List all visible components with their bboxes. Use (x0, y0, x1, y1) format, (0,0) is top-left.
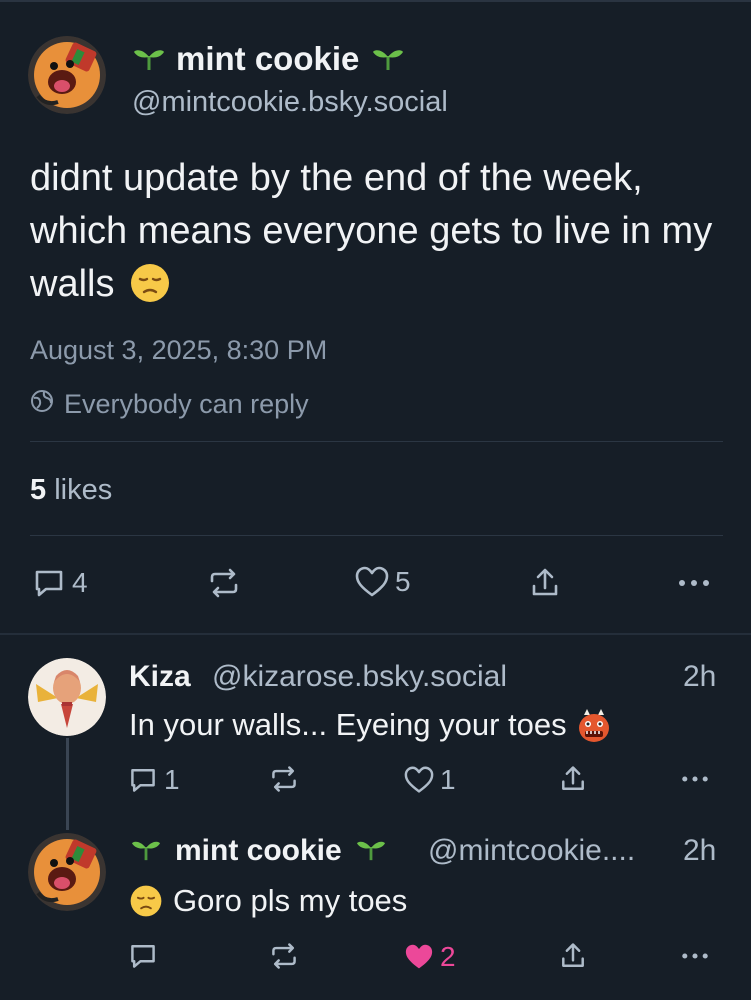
reply-setting-label: Everybody can reply (64, 389, 309, 419)
reply-author-handle[interactable]: @mintcookie.... (428, 834, 635, 868)
like-button[interactable]: 1 (404, 764, 456, 796)
pensive-face-icon (129, 884, 163, 918)
share-button[interactable] (558, 941, 588, 971)
reply-count: 4 (72, 567, 88, 598)
reply-text: Goro pls my toes (129, 883, 407, 919)
reply-text-body: In your walls... Eyeing your toes (129, 707, 567, 742)
likes-summary[interactable]: 5 likes (30, 474, 112, 507)
reply-author-avatar[interactable] (28, 658, 106, 736)
globe-icon (30, 389, 54, 420)
reply-author-handle[interactable]: @kizarose.bsky.social (212, 660, 507, 694)
like-count: 5 (395, 566, 411, 597)
like-count: 2 (440, 941, 456, 972)
reply-count: 1 (164, 764, 180, 795)
divider (30, 535, 723, 536)
reply-button[interactable] (128, 941, 158, 971)
likes-label: likes (54, 474, 113, 506)
reply-author-name[interactable]: mint cookie (129, 834, 388, 870)
more-options-button[interactable] (678, 941, 712, 971)
ogre-face-icon (577, 707, 611, 743)
reply-button[interactable]: 1 (128, 764, 180, 796)
sprout-icon (371, 42, 405, 80)
top-border (0, 0, 751, 2)
reply-setting[interactable]: Everybody can reply (30, 389, 309, 420)
repost-button[interactable] (268, 764, 300, 794)
like-button[interactable]: 2 (404, 941, 456, 973)
heart-filled-icon (404, 943, 434, 971)
like-count: 1 (440, 764, 456, 795)
repost-icon (206, 566, 242, 600)
share-button[interactable] (528, 566, 562, 600)
author-name[interactable]: mint cookie (132, 40, 405, 80)
reply-time: 2h (683, 834, 717, 867)
share-icon (558, 941, 588, 971)
reply-text: In your walls... Eyeing your toes (129, 707, 611, 743)
divider (30, 441, 723, 442)
share-icon (528, 566, 562, 600)
pensive-face-icon (129, 262, 171, 304)
comment-icon (32, 566, 66, 600)
reply-author-name-text: mint cookie (175, 834, 342, 867)
repost-button[interactable] (268, 941, 300, 971)
reply-author-avatar[interactable] (28, 833, 106, 911)
more-icon (678, 764, 712, 794)
like-button[interactable]: 5 (355, 566, 411, 598)
post-text: didnt update by the end of the week, whi… (30, 152, 730, 311)
share-icon (558, 764, 588, 794)
author-name-text: mint cookie (176, 40, 360, 77)
comment-icon (128, 765, 158, 795)
sprout-icon (129, 834, 163, 870)
share-button[interactable] (558, 764, 588, 794)
more-icon (674, 566, 714, 600)
more-options-button[interactable] (678, 764, 712, 794)
more-options-button[interactable] (674, 566, 714, 600)
section-separator (0, 633, 751, 635)
author-handle[interactable]: @mintcookie.bsky.social (132, 86, 448, 119)
author-avatar[interactable] (28, 36, 106, 114)
repost-button[interactable] (206, 566, 242, 600)
comment-icon (128, 941, 158, 971)
reply-time: 2h (683, 660, 717, 693)
likes-count: 5 (30, 474, 47, 506)
post-date: August 3, 2025, 8:30 PM (30, 335, 328, 365)
sprout-icon (132, 42, 166, 80)
more-icon (678, 941, 712, 971)
thread-connector (66, 738, 69, 830)
repost-icon (268, 941, 300, 971)
repost-icon (268, 764, 300, 794)
heart-icon (355, 566, 389, 598)
heart-icon (404, 766, 434, 794)
sprout-icon (354, 834, 388, 870)
reply-button[interactable]: 4 (32, 566, 88, 600)
reply-text-body: Goro pls my toes (173, 883, 408, 918)
reply-author-name[interactable]: Kiza (129, 660, 191, 694)
